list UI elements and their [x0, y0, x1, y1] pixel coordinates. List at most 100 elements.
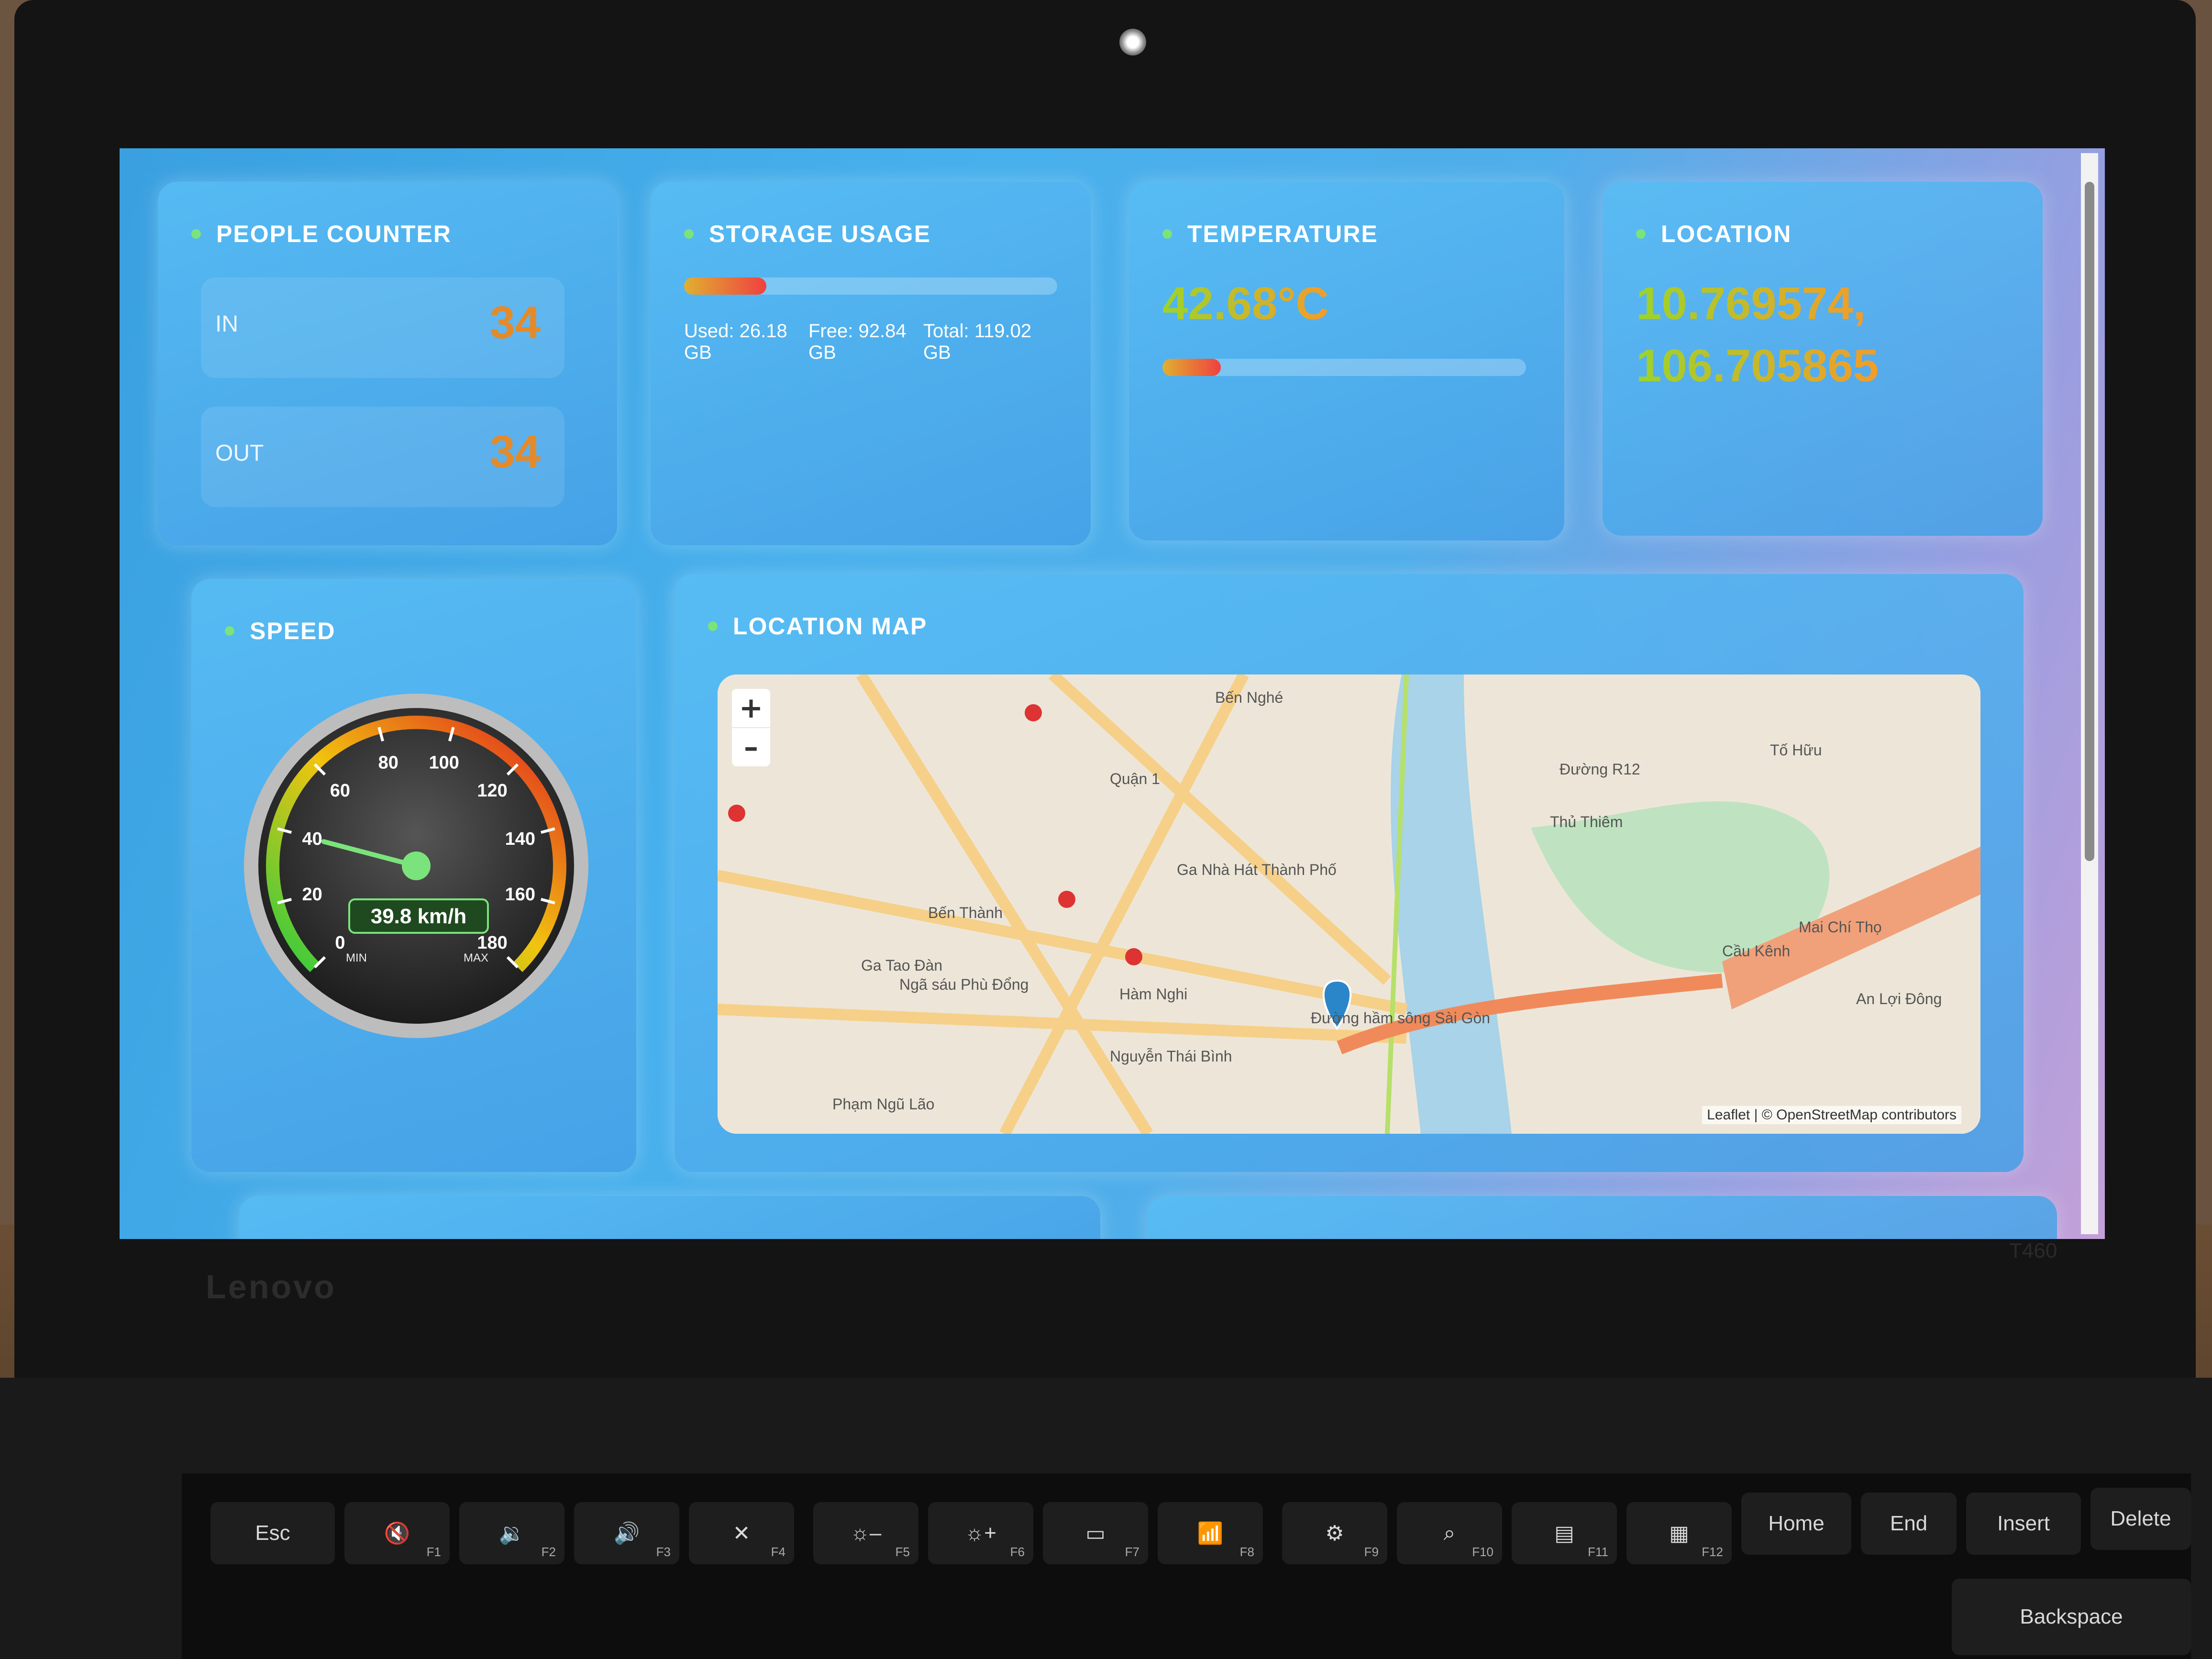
- map-place-label: Thủ Thiêm: [1550, 813, 1623, 830]
- speed-title: SPEED: [250, 618, 336, 644]
- gauge-tick-label: 20: [302, 885, 322, 905]
- map-place-label: Cầu Kênh: [1722, 942, 1791, 960]
- key-backspace[interactable]: Backspace: [1952, 1579, 2191, 1655]
- key-f3-volume-up[interactable]: 🔊 F3: [574, 1502, 679, 1564]
- location-title: LOCATION: [1661, 221, 1792, 247]
- temperature-card: TEMPERATURE 42.68°C: [1129, 182, 1564, 541]
- key-f11[interactable]: ▤ F11: [1512, 1502, 1617, 1564]
- map-place-label: Bến Thành: [928, 904, 1003, 921]
- map-place-label: Tố Hữu: [1770, 741, 1822, 759]
- map-place-label: An Lợi Đông: [1856, 990, 1942, 1007]
- key-f9-settings[interactable]: ⚙ F9: [1282, 1502, 1387, 1564]
- hospital-marker-icon[interactable]: [1058, 891, 1075, 908]
- map-place-label: Ngã sáu Phù Đổng: [899, 976, 1029, 993]
- temperature-bar-fill: [1162, 359, 1221, 376]
- dashboard-screen: PEOPLE COUNTER IN 34 OUT 34 STORAGE USAG…: [120, 148, 2105, 1239]
- card-title: SPEED: [225, 617, 336, 645]
- people-counter-card: PEOPLE COUNTER IN 34 OUT 34: [158, 182, 617, 545]
- hospital-marker-icon[interactable]: [1025, 704, 1042, 721]
- key-f7-display[interactable]: ▭ F7: [1043, 1502, 1148, 1564]
- gauge-tick-label: 40: [302, 829, 322, 849]
- card-title: TEMPERATURE: [1162, 220, 1378, 248]
- status-dot-icon: [1162, 229, 1172, 239]
- key-home[interactable]: Home: [1741, 1493, 1851, 1555]
- storage-bar: [684, 277, 1057, 295]
- out-row: OUT 34: [201, 407, 564, 507]
- status-dot-icon: [191, 229, 201, 239]
- gauge-hub: [402, 852, 431, 880]
- card-title: PEOPLE COUNTER: [191, 220, 452, 248]
- latitude-value: 10.769574,: [1636, 278, 1866, 329]
- key-delete[interactable]: Delete: [2090, 1488, 2191, 1550]
- map-place-label: Bến Nghé: [1215, 689, 1283, 706]
- storage-used: Used: 26.18 GB: [684, 321, 787, 363]
- map-attribution[interactable]: Leaflet | © OpenStreetMap contributors: [1702, 1106, 1961, 1124]
- storage-usage-card: STORAGE USAGE Used: 26.18 GB Free: 92.84…: [651, 182, 1091, 545]
- scrollbar-thumb[interactable]: [2085, 182, 2094, 861]
- map-place-label: Ga Nhà Hát Thành Phố: [1177, 861, 1337, 878]
- key-end[interactable]: End: [1861, 1493, 1957, 1555]
- location-map[interactable]: Bến Nghé Quận 1 Thủ Thiêm Ga Nhà Hát Thành …: [718, 675, 1980, 1134]
- key-f6-brightness-up[interactable]: ☼+ F6: [928, 1502, 1033, 1564]
- location-map-card: LOCATION MAP Bến Nghé Quận 1 Thủ Thiêm Ga N…: [675, 574, 2024, 1172]
- key-f1-mute[interactable]: 🔇 F1: [344, 1502, 450, 1564]
- gauge-tick-label: 60: [330, 781, 350, 801]
- longitude-value: 106.705865: [1636, 340, 1879, 391]
- map-place-label: Quận 1: [1110, 770, 1160, 787]
- speedometer-gauge: 0 20 40 60 80 100 120 140 160 180 39.8 km/h MIN M…: [244, 694, 588, 1038]
- card-title: STORAGE USAGE: [684, 220, 931, 248]
- storage-free: Free: 92.84 GB: [808, 321, 907, 363]
- key-esc[interactable]: Esc: [210, 1502, 335, 1564]
- map-place-label: Mai Chí Thọ: [1799, 918, 1882, 936]
- in-label: IN: [215, 311, 238, 337]
- key-f8-wireless[interactable]: 📶 F8: [1158, 1502, 1263, 1564]
- gauge-tick-label: 100: [429, 753, 459, 773]
- status-dot-icon: [684, 229, 694, 239]
- status-dot-icon: [708, 621, 718, 631]
- laptop-brand-logo: Lenovo: [206, 1268, 336, 1305]
- laptop-model-label: T460: [2009, 1239, 2057, 1262]
- page-scrollbar[interactable]: [2081, 153, 2098, 1234]
- storage-bar-fill: [684, 277, 766, 295]
- storage-total: Total: 119.02 GB: [923, 321, 1032, 363]
- out-value: 34: [489, 426, 541, 477]
- map-place-label: Đường hầm sông Sài Gòn: [1311, 1009, 1491, 1027]
- zoom-in-button[interactable]: +: [732, 689, 770, 727]
- location-card: LOCATION 10.769574, 106.705865: [1603, 182, 2043, 536]
- lower-card-left: [239, 1196, 1100, 1239]
- in-value: 34: [489, 297, 541, 348]
- gauge-tick-label: 180: [477, 933, 507, 953]
- zoom-out-button[interactable]: –: [732, 728, 770, 766]
- key-insert[interactable]: Insert: [1966, 1493, 2081, 1555]
- map-place-label: Phạm Ngũ Lão: [832, 1095, 935, 1113]
- gauge-tick-label: 120: [477, 781, 507, 801]
- in-row: IN 34: [201, 277, 564, 378]
- map-place-label: Ga Tao Đàn: [861, 957, 943, 974]
- key-f2-volume-down[interactable]: 🔉 F2: [459, 1502, 564, 1564]
- map-place-label: Hàm Nghi: [1119, 985, 1188, 1003]
- lower-card-right: [1148, 1196, 2057, 1239]
- out-label: OUT: [215, 441, 264, 466]
- temperature-value: 42.68°C: [1162, 278, 1329, 329]
- key-f4-mic-mute[interactable]: ✕ F4: [689, 1502, 794, 1564]
- temperature-bar: [1162, 359, 1526, 376]
- status-dot-icon: [225, 626, 234, 636]
- temperature-title: TEMPERATURE: [1187, 221, 1378, 247]
- card-title: LOCATION MAP: [708, 612, 927, 640]
- people-counter-title: PEOPLE COUNTER: [216, 221, 452, 247]
- gauge-max-label: MAX: [464, 951, 488, 964]
- speed-readout: 39.8 km/h: [371, 905, 467, 928]
- key-f10-search[interactable]: ⌕ F10: [1397, 1502, 1502, 1564]
- hospital-marker-icon[interactable]: [728, 805, 745, 822]
- location-map-title: LOCATION MAP: [733, 613, 928, 640]
- status-dot-icon: [1636, 229, 1646, 239]
- key-f5-brightness-down[interactable]: ☼– F5: [813, 1502, 918, 1564]
- map-place-label: Đường R12: [1559, 761, 1640, 778]
- map-place-label: Nguyễn Thái Bình: [1110, 1048, 1232, 1065]
- key-f12[interactable]: ▦ F12: [1626, 1502, 1732, 1564]
- hospital-marker-icon[interactable]: [1125, 948, 1142, 965]
- gauge-min-label: MIN: [346, 951, 367, 964]
- gauge-tick-label: 160: [505, 885, 535, 905]
- card-title: LOCATION: [1636, 220, 1792, 248]
- webcam-icon: [1119, 29, 1146, 55]
